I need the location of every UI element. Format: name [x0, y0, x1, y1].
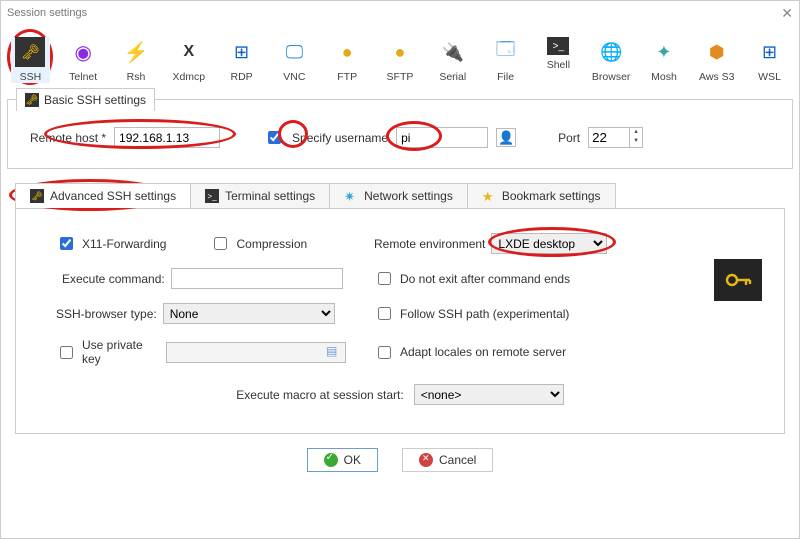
macro-label: Execute macro at session start:	[236, 388, 403, 402]
user-picker-icon[interactable]: 👤	[496, 128, 516, 147]
private-key-label: Use private key	[82, 338, 160, 366]
proto-xdmcp[interactable]: XXdmcp	[169, 37, 208, 83]
advanced-ssh-body: X11-Forwarding Compression Remote enviro…	[15, 209, 785, 434]
proto-rsh[interactable]: ⚡Rsh	[117, 37, 156, 83]
port-up-icon[interactable]: ▲	[630, 128, 642, 137]
browse-key-icon[interactable]: ▤	[326, 344, 342, 360]
proto-mosh[interactable]: ✦Mosh	[645, 37, 684, 83]
proto-telnet[interactable]: ◉Telnet	[64, 37, 103, 83]
cancel-button[interactable]: Cancel	[402, 448, 493, 472]
proto-serial[interactable]: 🔌Serial	[433, 37, 472, 83]
port-down-icon[interactable]: ▼	[630, 137, 642, 146]
username-input[interactable]	[396, 127, 488, 148]
remote-env-select[interactable]: LXDE desktop	[491, 233, 607, 254]
settings-tabs: 🗝 Advanced SSH settings >_ Terminal sett…	[15, 183, 785, 209]
remote-env-label: Remote environment	[374, 237, 485, 251]
no-exit-label: Do not exit after command ends	[400, 272, 570, 286]
proto-file[interactable]: 🗔File	[486, 37, 525, 83]
adapt-locales-label: Adapt locales on remote server	[400, 345, 566, 359]
private-key-checkbox[interactable]	[60, 346, 73, 359]
shell-icon: >_	[547, 37, 569, 55]
remote-host-label: Remote host *	[30, 131, 106, 145]
adapt-locales-checkbox[interactable]	[378, 346, 391, 359]
vnc-icon: 🖵	[279, 37, 309, 67]
wsl-icon: ⊞	[755, 37, 785, 67]
basic-ssh-panel: 🗝 Basic SSH settings Remote host * Speci…	[7, 99, 793, 169]
proto-sftp[interactable]: ●SFTP	[381, 37, 420, 83]
wrench-icon: 🗝	[30, 189, 44, 203]
compression-label: Compression	[236, 237, 307, 251]
port-label: Port	[558, 131, 580, 145]
proto-wsl[interactable]: ⊞WSL	[750, 37, 789, 83]
wrench-icon: 🗝	[25, 93, 39, 107]
telnet-icon: ◉	[68, 37, 98, 67]
x11-checkbox[interactable]	[60, 237, 73, 250]
x11-label: X11-Forwarding	[82, 237, 166, 251]
ssh-icon: 🗝	[15, 37, 45, 67]
tab-terminal[interactable]: >_ Terminal settings	[190, 183, 330, 208]
star-icon: ★	[482, 189, 496, 203]
mosh-icon: ✦	[649, 37, 679, 67]
macro-select[interactable]: <none>	[414, 384, 564, 405]
execute-cmd-input[interactable]	[171, 268, 343, 289]
tab-network[interactable]: ✷ Network settings	[329, 183, 468, 208]
ssh-browser-label: SSH-browser type:	[56, 307, 157, 321]
proto-shell[interactable]: >_Shell	[539, 37, 578, 71]
aws-icon: ⬢	[702, 37, 732, 67]
follow-path-checkbox[interactable]	[378, 307, 391, 320]
file-icon: 🗔	[491, 37, 521, 67]
basic-tab-header: 🗝 Basic SSH settings	[16, 88, 155, 111]
proto-vnc[interactable]: 🖵VNC	[275, 37, 314, 83]
proto-ssh[interactable]: 🗝 SSH	[11, 37, 50, 83]
private-key-input	[166, 342, 346, 363]
remote-host-input[interactable]	[114, 127, 220, 148]
network-icon: ✷	[344, 189, 358, 203]
ok-icon	[324, 453, 338, 467]
window-title: Session settings	[7, 7, 87, 19]
specify-username-checkbox[interactable]	[268, 131, 281, 144]
serial-icon: 🔌	[438, 37, 468, 67]
rdp-icon: ⊞	[227, 37, 257, 67]
port-input[interactable]: ▲▼	[588, 127, 643, 148]
close-icon[interactable]: ✕	[781, 5, 793, 22]
no-exit-checkbox[interactable]	[378, 272, 391, 285]
ftp-icon: ●	[332, 37, 362, 67]
compression-checkbox[interactable]	[214, 237, 227, 250]
proto-ftp[interactable]: ●FTP	[328, 37, 367, 83]
protocol-bar: 🗝 SSH ◉Telnet ⚡Rsh XXdmcp ⊞RDP 🖵VNC ●FTP…	[7, 31, 793, 93]
proto-rdp[interactable]: ⊞RDP	[222, 37, 261, 83]
follow-path-label: Follow SSH path (experimental)	[400, 307, 569, 321]
execute-cmd-label: Execute command:	[62, 272, 165, 286]
tab-advanced-ssh[interactable]: 🗝 Advanced SSH settings	[15, 183, 191, 208]
xdmcp-icon: X	[174, 37, 204, 67]
proto-browser[interactable]: 🌐Browser	[592, 37, 631, 83]
terminal-icon: >_	[205, 189, 219, 203]
ssh-browser-select[interactable]: None	[163, 303, 335, 324]
browser-icon: 🌐	[596, 37, 626, 67]
cancel-icon	[419, 453, 433, 467]
specify-username-label: Specify username	[292, 131, 388, 145]
proto-label: SSH	[11, 71, 50, 83]
ok-button[interactable]: OK	[307, 448, 378, 472]
key-auth-icon[interactable]	[714, 259, 762, 301]
sftp-icon: ●	[385, 37, 415, 67]
proto-awss3[interactable]: ⬢Aws S3	[697, 37, 736, 83]
rsh-icon: ⚡	[121, 37, 151, 67]
tab-bookmark[interactable]: ★ Bookmark settings	[467, 183, 616, 208]
